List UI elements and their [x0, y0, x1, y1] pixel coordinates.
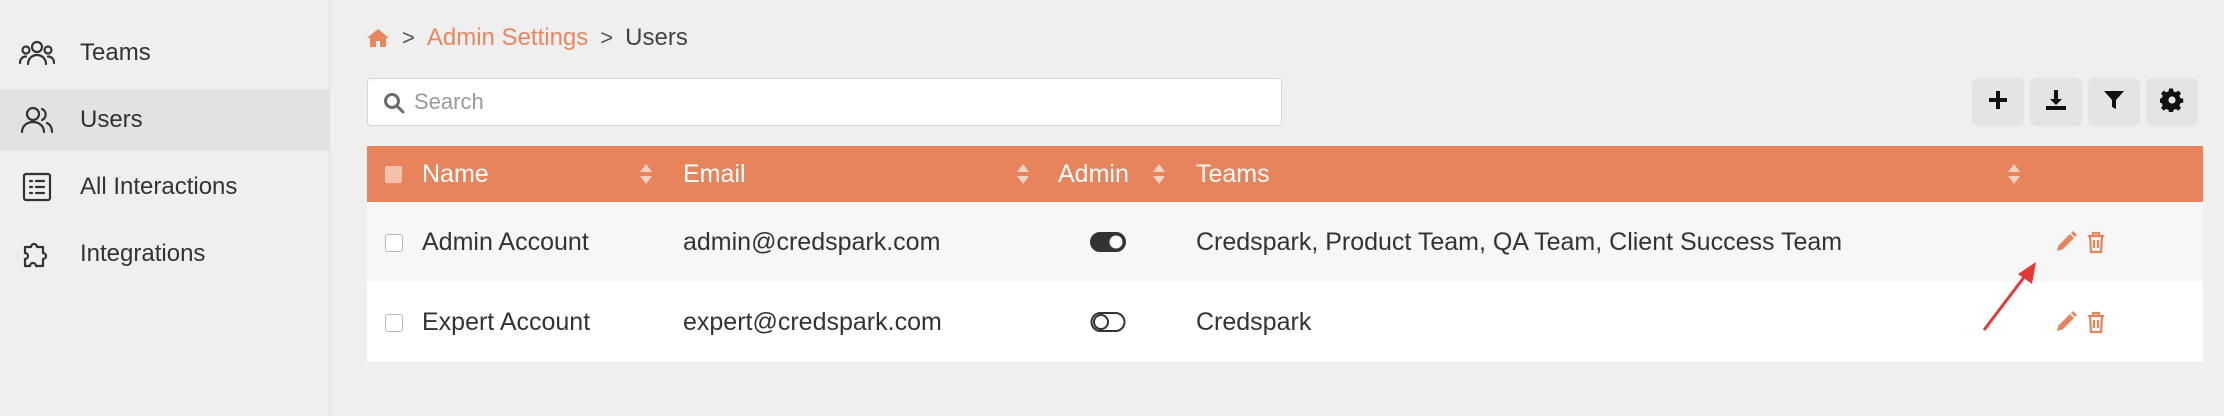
- sidebar-item-teams[interactable]: Teams: [0, 22, 330, 84]
- table-row: Admin Account admin@credspark.com Credsp…: [367, 202, 2203, 282]
- users-group-icon: [18, 34, 56, 72]
- users-icon: [18, 101, 56, 139]
- table-row: Expert Account expert@credspark.com Cred…: [367, 282, 2203, 362]
- breadcrumb-admin-settings[interactable]: Admin Settings: [427, 24, 588, 52]
- row-checkbox[interactable]: [385, 234, 403, 252]
- admin-toggle-off[interactable]: [1090, 310, 1126, 334]
- add-user-button[interactable]: [1972, 78, 2024, 126]
- sort-icon[interactable]: [1016, 163, 1030, 185]
- download-icon: [2044, 88, 2068, 117]
- sort-icon[interactable]: [639, 163, 653, 185]
- home-icon[interactable]: [366, 26, 390, 50]
- sort-icon[interactable]: [2007, 163, 2021, 185]
- sidebar-item-users[interactable]: Users: [0, 89, 330, 151]
- search-box: [367, 78, 1282, 126]
- annotation-arrow-icon: [1982, 262, 2036, 331]
- user-email: expert@credspark.com: [683, 307, 942, 336]
- app-root: Teams Users All Interactions Integration…: [0, 0, 2224, 416]
- settings-icon: [2158, 87, 2184, 117]
- table-header: Name Email Admin Teams: [367, 146, 2203, 202]
- column-header-teams[interactable]: Teams: [1196, 146, 1270, 202]
- search-input[interactable]: [414, 85, 1264, 119]
- user-name: Expert Account: [422, 307, 591, 336]
- delete-icon[interactable]: [2084, 230, 2108, 254]
- sidebar-item-label: Users: [80, 106, 143, 133]
- add-icon: [1987, 89, 2009, 116]
- users-table: Name Email Admin Teams Admin Account adm…: [367, 146, 2203, 362]
- list-icon: [18, 168, 56, 206]
- user-teams: Credspark, Product Team, QA Team, Client…: [1196, 227, 1843, 256]
- select-all-checkbox[interactable]: [385, 166, 402, 183]
- column-header-name[interactable]: Name: [422, 146, 489, 202]
- delete-icon[interactable]: [2084, 310, 2108, 334]
- sidebar-item-label: All Interactions: [80, 173, 238, 200]
- breadcrumb-separator: >: [402, 25, 415, 50]
- sidebar-item-label: Teams: [80, 39, 151, 66]
- breadcrumb-separator: >: [600, 25, 614, 50]
- filter-icon: [2103, 89, 2125, 116]
- edit-icon[interactable]: [2054, 230, 2078, 254]
- edit-icon[interactable]: [2054, 310, 2078, 334]
- column-header-admin[interactable]: Admin: [1058, 146, 1129, 202]
- admin-toggle-on[interactable]: [1090, 230, 1126, 254]
- sidebar-item-integrations[interactable]: Integrations: [0, 223, 330, 285]
- search-icon: [382, 91, 406, 115]
- breadcrumb-current: Users: [625, 24, 688, 51]
- settings-button[interactable]: [2146, 78, 2198, 126]
- puzzle-icon: [18, 235, 56, 273]
- sort-icon[interactable]: [1152, 163, 1166, 185]
- sidebar-item-all-interactions[interactable]: All Interactions: [0, 156, 330, 218]
- row-checkbox[interactable]: [385, 314, 403, 332]
- download-button[interactable]: [2030, 78, 2082, 126]
- breadcrumb: > Admin Settings > Users: [366, 20, 688, 56]
- user-name: Admin Account: [422, 227, 589, 256]
- column-header-email[interactable]: Email: [683, 146, 746, 202]
- filter-button[interactable]: [2088, 78, 2140, 126]
- user-email: admin@credspark.com: [683, 227, 941, 256]
- user-teams: Credspark: [1196, 307, 1312, 336]
- sidebar-item-label: Integrations: [80, 240, 206, 267]
- sidebar: Teams Users All Interactions Integration…: [0, 0, 330, 416]
